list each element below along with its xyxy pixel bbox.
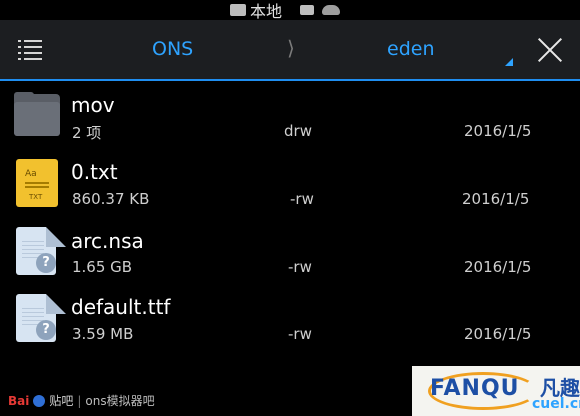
file-size: 3.59 MB xyxy=(72,325,134,343)
file-row-arc-nsa[interactable]: ? arc.nsa 1.65 GB -rw 2016/1/5 xyxy=(0,227,580,293)
file-name: default.ttf xyxy=(71,295,171,319)
txt-file-icon: Aa TXT xyxy=(14,159,62,211)
file-name: 0.txt xyxy=(71,160,118,184)
baidu-logo-text: Bai xyxy=(8,393,30,408)
file-size: 2 项 xyxy=(72,124,102,142)
question-mark-icon: ? xyxy=(36,253,56,273)
close-icon[interactable] xyxy=(536,36,564,64)
unknown-file-icon: ? xyxy=(14,227,66,279)
baidu-paw-icon xyxy=(33,394,46,407)
file-date: 2016/1/5 xyxy=(464,325,532,343)
file-size: 1.65 GB xyxy=(72,258,133,276)
fanqu-url: cuel.cn xyxy=(532,396,580,412)
status-bar: 本地 xyxy=(0,0,580,21)
question-mark-icon: ? xyxy=(36,320,56,340)
baidu-tieba-watermark: Bai 贴吧 | ons模拟器吧 xyxy=(8,392,155,409)
file-date: 2016/1/5 xyxy=(462,190,530,208)
file-permissions: -rw xyxy=(290,190,314,208)
breadcrumb-eden[interactable]: eden xyxy=(387,38,434,60)
file-permissions: drw xyxy=(284,122,312,140)
file-name: mov xyxy=(71,93,115,117)
watermark-caption: ons模拟器吧 xyxy=(85,394,155,408)
status-center: 本地 xyxy=(230,0,341,21)
breadcrumb-separator: ⟩ xyxy=(287,36,295,60)
file-size: 860.37 KB xyxy=(72,190,150,208)
folder-icon xyxy=(14,92,62,144)
file-permissions: -rw xyxy=(288,325,312,343)
breadcrumb-ons[interactable]: ONS xyxy=(152,38,193,60)
file-permissions: -rw xyxy=(288,258,312,276)
file-row-default-ttf[interactable]: ? default.ttf 3.59 MB -rw 2016/1/5 xyxy=(0,294,580,360)
file-name: arc.nsa xyxy=(71,229,144,253)
notification-icon xyxy=(300,5,315,15)
unknown-file-icon: ? xyxy=(14,294,66,346)
status-label: 本地 xyxy=(250,2,283,21)
file-row-mov[interactable]: mov 2 项 drw 2016/1/5 xyxy=(0,92,580,158)
file-row-0-txt[interactable]: Aa TXT 0.txt 860.37 KB -rw 2016/1/5 xyxy=(0,159,580,225)
path-toolbar: ONS ⟩ eden xyxy=(0,20,580,81)
file-date: 2016/1/5 xyxy=(464,122,532,140)
baidu-logo-text-2: 贴吧 xyxy=(49,394,74,408)
fanqu-brand: FANQU xyxy=(430,376,520,401)
menu-icon[interactable] xyxy=(18,40,42,60)
file-date: 2016/1/5 xyxy=(464,258,532,276)
cloud-icon xyxy=(322,5,341,15)
watermark-divider: | xyxy=(77,393,82,408)
storage-icon xyxy=(230,4,246,16)
path-dropdown-icon[interactable] xyxy=(505,58,513,66)
fanqu-watermark: FANQU 凡趣 cuel.cn xyxy=(412,366,580,416)
